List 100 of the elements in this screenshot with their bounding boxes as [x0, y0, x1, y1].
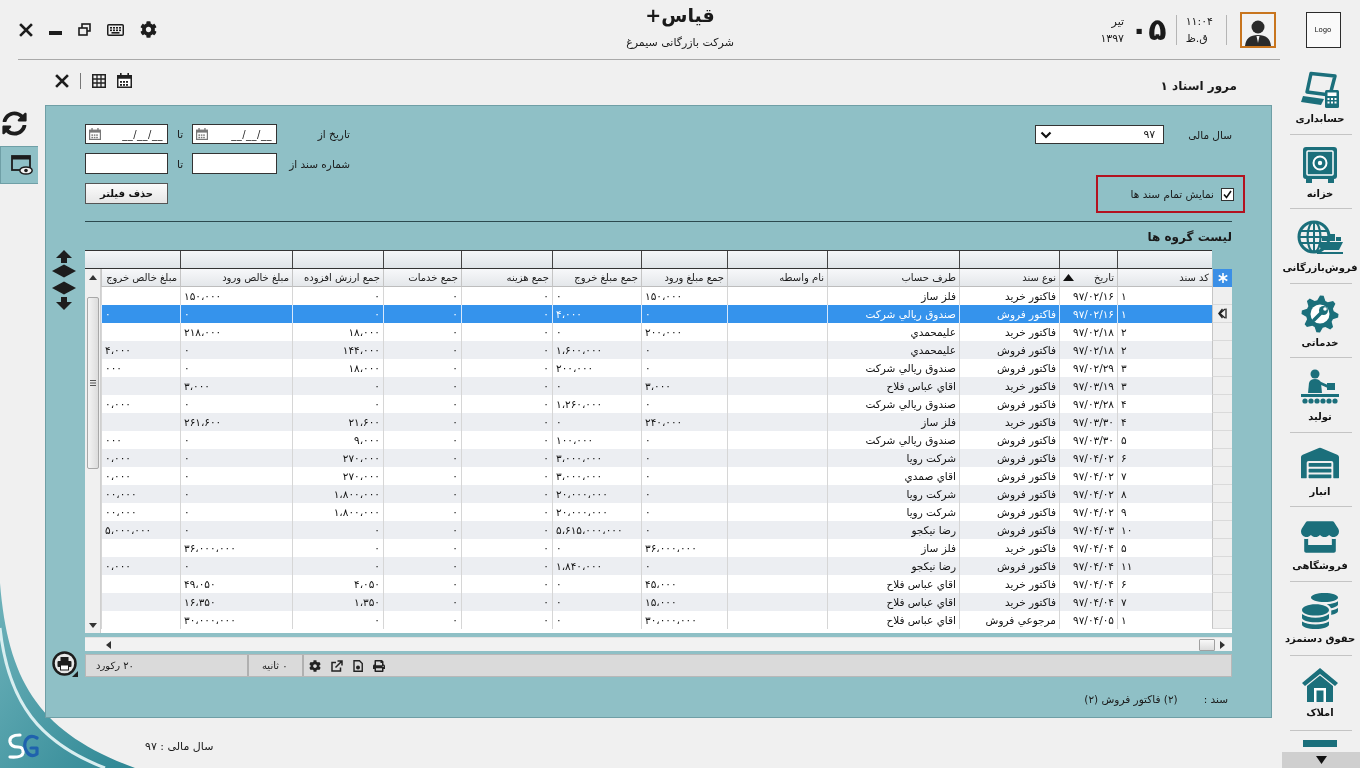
table-row[interactable]: ۲ ۹۷/۰۲/۱۸ فاکتور فروش علیمحمدي ۰ ۱،۶۰۰،۰۰۰ ۰ ۰ ۱۴۴،۰۰۰ ۰ ۴،۰۰۰: [101, 341, 1232, 359]
column-header[interactable]: مبلغ خالص ورود: [180, 269, 292, 287]
gear-wrench-icon[interactable]: [1301, 294, 1339, 333]
table-row[interactable]: ۵ ۹۷/۰۴/۰۴ فاکتور خرید فلز ساز ۳۶،۰۰۰،۰۰۰ ۰ ۰ ۰ ۰ ۳۶،۰۰۰،۰۰۰: [101, 539, 1232, 557]
table-row[interactable]: ۴ ۹۷/۰۳/۲۸ فاکتور فروش صندوق ریالي شرکت ۰ ۱،۲۶۰،۰۰۰ ۰ ۰ ۰ ۰ ۰،۰۰۰: [101, 395, 1232, 413]
vertical-scrollbar[interactable]: [85, 269, 101, 633]
date-field[interactable]: __/__/__: [85, 124, 168, 144]
column-header[interactable]: کد سند: [1117, 269, 1212, 287]
clear-filter-button[interactable]: حذف فیلتر: [85, 183, 168, 204]
table-row[interactable]: ۵ ۹۷/۰۳/۳۰ فاکتور فروش صندوق ریالي شرکت ۰ ۱۰۰،۰۰۰ ۰ ۰ ۹،۰۰۰ ۰ ۰۰۰: [101, 431, 1232, 449]
page-title: مرور اسناد ۱: [1160, 78, 1237, 93]
move-down-icon[interactable]: [52, 281, 76, 310]
date-year: ۱۳۹۷: [1100, 30, 1125, 47]
horizontal-scrollbar[interactable]: [85, 637, 1232, 651]
table-row[interactable]: ۶ ۹۷/۰۴/۰۴ فاکتور خرید اقاي عباس فلاح ۴۵،۰۰۰ ۰ ۰ ۰ ۴،۰۵۰ ۴۹،۰۵۰: [101, 575, 1232, 593]
field-label: شماره سند از: [289, 157, 350, 170]
column-header[interactable]: تاریخ: [1059, 269, 1117, 287]
storefront-icon[interactable]: [1301, 518, 1339, 556]
sidebar-item[interactable]: انبار: [1280, 432, 1360, 506]
table-row[interactable]: ۱۰ ۹۷/۰۴/۰۳ فاکتور فروش رضا نیکجو ۰ ۵،۶۱۵،۰۰۰،۰۰۰ ۰ ۰ ۰ ۰ ۵،۰۰۰،۰۰۰: [101, 521, 1232, 539]
sidebar-item[interactable]: تولید: [1280, 358, 1360, 432]
caret-right-icon: [1219, 640, 1225, 649]
table-cell: ۰: [292, 611, 383, 629]
caret-down-icon: [88, 622, 97, 628]
table-row[interactable]: ۷ ۹۷/۰۴/۰۲ فاکتور فروش اقاي صمدي ۰ ۳،۰۰۰،۰۰۰ ۰ ۰ ۲۷۰،۰۰۰ ۰ ۰،۰۰۰: [101, 467, 1232, 485]
table-row[interactable]: ۳ ۹۷/۰۲/۲۹ فاکتور فروش صندوق ریالي شرکت ۰ ۲۰۰،۰۰۰ ۰ ۰ ۱۸،۰۰۰ ۰ ۰۰۰: [101, 359, 1232, 377]
printer-icon[interactable]: [52, 651, 78, 677]
date-field[interactable]: __/__/__: [192, 124, 277, 144]
company-name: شرکت بازرگانی سیمرغ: [626, 36, 734, 50]
house-icon[interactable]: [1301, 667, 1339, 703]
field-label: تاریخ از: [317, 128, 350, 140]
chevron-down-icon[interactable]: [1040, 130, 1053, 139]
table-row[interactable]: ۱ ۹۷/۰۲/۱۶ فاکتور خرید فلز ساز ۱۵۰،۰۰۰ ۰ ۰ ۰ ۰ ۱۵۰،۰۰۰: [101, 287, 1232, 305]
asterisk-icon: [1217, 273, 1228, 283]
row-selector[interactable]: [1212, 305, 1232, 323]
table-row[interactable]: ۷ ۹۷/۰۴/۰۴ فاکتور خرید اقاي عباس فلاح ۱۵،۰۰۰ ۰ ۰ ۰ ۱،۳۵۰ ۱۶،۳۵۰: [101, 593, 1232, 611]
sidebar-scroll-button[interactable]: [1282, 752, 1360, 768]
input-field[interactable]: [85, 153, 168, 174]
document-icon[interactable]: [353, 659, 363, 672]
worker-conveyor-icon[interactable]: [1300, 369, 1340, 407]
close-icon[interactable]: [55, 73, 69, 88]
column-header[interactable]: جمع مبلغ ورود: [641, 269, 727, 287]
move-up-icon[interactable]: [52, 250, 76, 279]
table-cell: ۰: [383, 611, 461, 629]
scrollbar-thumb[interactable]: [1199, 638, 1215, 651]
column-header[interactable]: نوع سند: [959, 269, 1059, 287]
table-row[interactable]: ۸ ۹۷/۰۴/۰۲ فاکتور فروش شرکت رویا ۰ ۲۰،۰۰۰،۰۰۰ ۰ ۰ ۱،۸۰۰،۰۰۰ ۰ ۰۰،۰۰۰: [101, 485, 1232, 503]
coins-icon[interactable]: [1302, 592, 1338, 629]
column-header[interactable]: جمع ارزش افزوده: [292, 269, 383, 287]
table-row[interactable]: ۲ ۹۷/۰۲/۱۸ فاکتور خرید علیمحمدي ۲۰۰،۰۰۰ ۰ ۰ ۰ ۱۸،۰۰۰ ۲۱۸،۰۰۰: [101, 323, 1232, 341]
settings-icon[interactable]: [140, 21, 157, 38]
window-eye-icon[interactable]: [11, 155, 33, 175]
printer-icon[interactable]: [373, 659, 385, 672]
column-header[interactable]: جمع خدمات: [383, 269, 461, 287]
clock-time: ۱۱:۰۴: [1185, 13, 1213, 30]
sidebar-item[interactable]: حقوق دستمزد: [1280, 581, 1360, 655]
sidebar-item[interactable]: خدماتی: [1280, 283, 1360, 357]
caret-left-icon: [105, 640, 111, 649]
column-header[interactable]: جمع هزینه: [461, 269, 552, 287]
scrollbar-thumb[interactable]: [86, 297, 99, 469]
user-avatar-icon[interactable]: [1240, 11, 1276, 48]
section-title: لیست گروه ها: [1146, 229, 1232, 245]
table-row[interactable]: ۴ ۹۷/۰۳/۳۰ فاکتور خرید فلز ساز ۲۴۰،۰۰۰ ۰ ۰ ۰ ۲۱،۶۰۰ ۲۶۱،۶۰۰: [101, 413, 1232, 431]
table-row[interactable]: ۳ ۹۷/۰۳/۱۹ فاکتور خرید اقاي عباس فلاح ۳،۰۰۰ ۰ ۰ ۰ ۰ ۳،۰۰۰: [101, 377, 1232, 395]
grip-icon: [89, 380, 96, 386]
column-header[interactable]: طرف حساب: [827, 269, 959, 287]
fiscal-year-select[interactable]: ۹۷: [1035, 125, 1165, 144]
restore-icon[interactable]: [78, 23, 91, 36]
cropped-item-icon[interactable]: [1303, 739, 1337, 747]
table-cell: ۳۰،۰۰۰،۰۰۰: [180, 611, 292, 629]
caret-down-icon: [1315, 756, 1327, 764]
table-row[interactable]: ۱ ۹۷/۰۴/۰۵ مرجوعي فروش اقاي عباس فلاح ۳۰،۰۰۰،۰۰۰ ۰ ۰ ۰ ۰ ۳۰،۰۰۰،۰۰۰: [101, 611, 1232, 629]
rail-tab[interactable]: [0, 146, 38, 184]
sidebar-item[interactable]: خزانه: [1280, 134, 1360, 208]
column-header[interactable]: نام واسطه: [727, 269, 827, 287]
row-selector-header[interactable]: [1212, 269, 1232, 287]
safe-icon[interactable]: [1302, 145, 1338, 184]
sidebar-item[interactable]: حسابداری: [1280, 60, 1360, 134]
table-row[interactable]: ۱۱ ۹۷/۰۴/۰۴ فاکتور فروش رضا نیکجو ۰ ۱،۸۴۰،۰۰۰ ۰ ۰ ۰ ۰ ۰،۰۰۰: [101, 557, 1232, 575]
field-label: تا: [176, 128, 184, 140]
box-arrow-icon[interactable]: [331, 659, 343, 672]
calendar-icon[interactable]: [117, 73, 132, 88]
sidebar-item[interactable]: فروشگاهی: [1280, 507, 1360, 581]
keyboard-icon[interactable]: [107, 23, 124, 36]
sidebar-item[interactable]: املاک: [1280, 656, 1360, 730]
field-label: تا: [176, 157, 184, 170]
table-icon[interactable]: [92, 73, 106, 88]
elapsed-time: ۰ ثانیه: [262, 660, 288, 671]
input-field[interactable]: [192, 153, 277, 174]
column-header[interactable]: مبلغ خالص خروج: [101, 269, 180, 287]
table-row[interactable]: ۶ ۹۷/۰۴/۰۲ فاکتور فروش شرکت رویا ۰ ۳،۰۰۰،۰۰۰ ۰ ۰ ۲۷۰،۰۰۰ ۰ ۰،۰۰۰: [101, 449, 1232, 467]
checkbox[interactable]: [1221, 187, 1234, 201]
settings-icon[interactable]: [309, 659, 321, 672]
column-header[interactable]: جمع مبلغ خروج: [552, 269, 641, 287]
sidebar-item[interactable]: فروش‌بازرگانی: [1280, 209, 1360, 283]
date-month: تیر: [1111, 13, 1125, 30]
table-cell: مرجوعي فروش: [959, 611, 1059, 629]
close-icon[interactable]: [19, 22, 33, 37]
table-row[interactable]: ۹ ۹۷/۰۴/۰۲ فاکتور فروش شرکت رویا ۰ ۲۰،۰۰۰،۰۰۰ ۰ ۰ ۱،۸۰۰،۰۰۰ ۰ ۰۰،۰۰۰: [101, 503, 1232, 521]
laptop-calculator-icon[interactable]: [1300, 71, 1340, 109]
